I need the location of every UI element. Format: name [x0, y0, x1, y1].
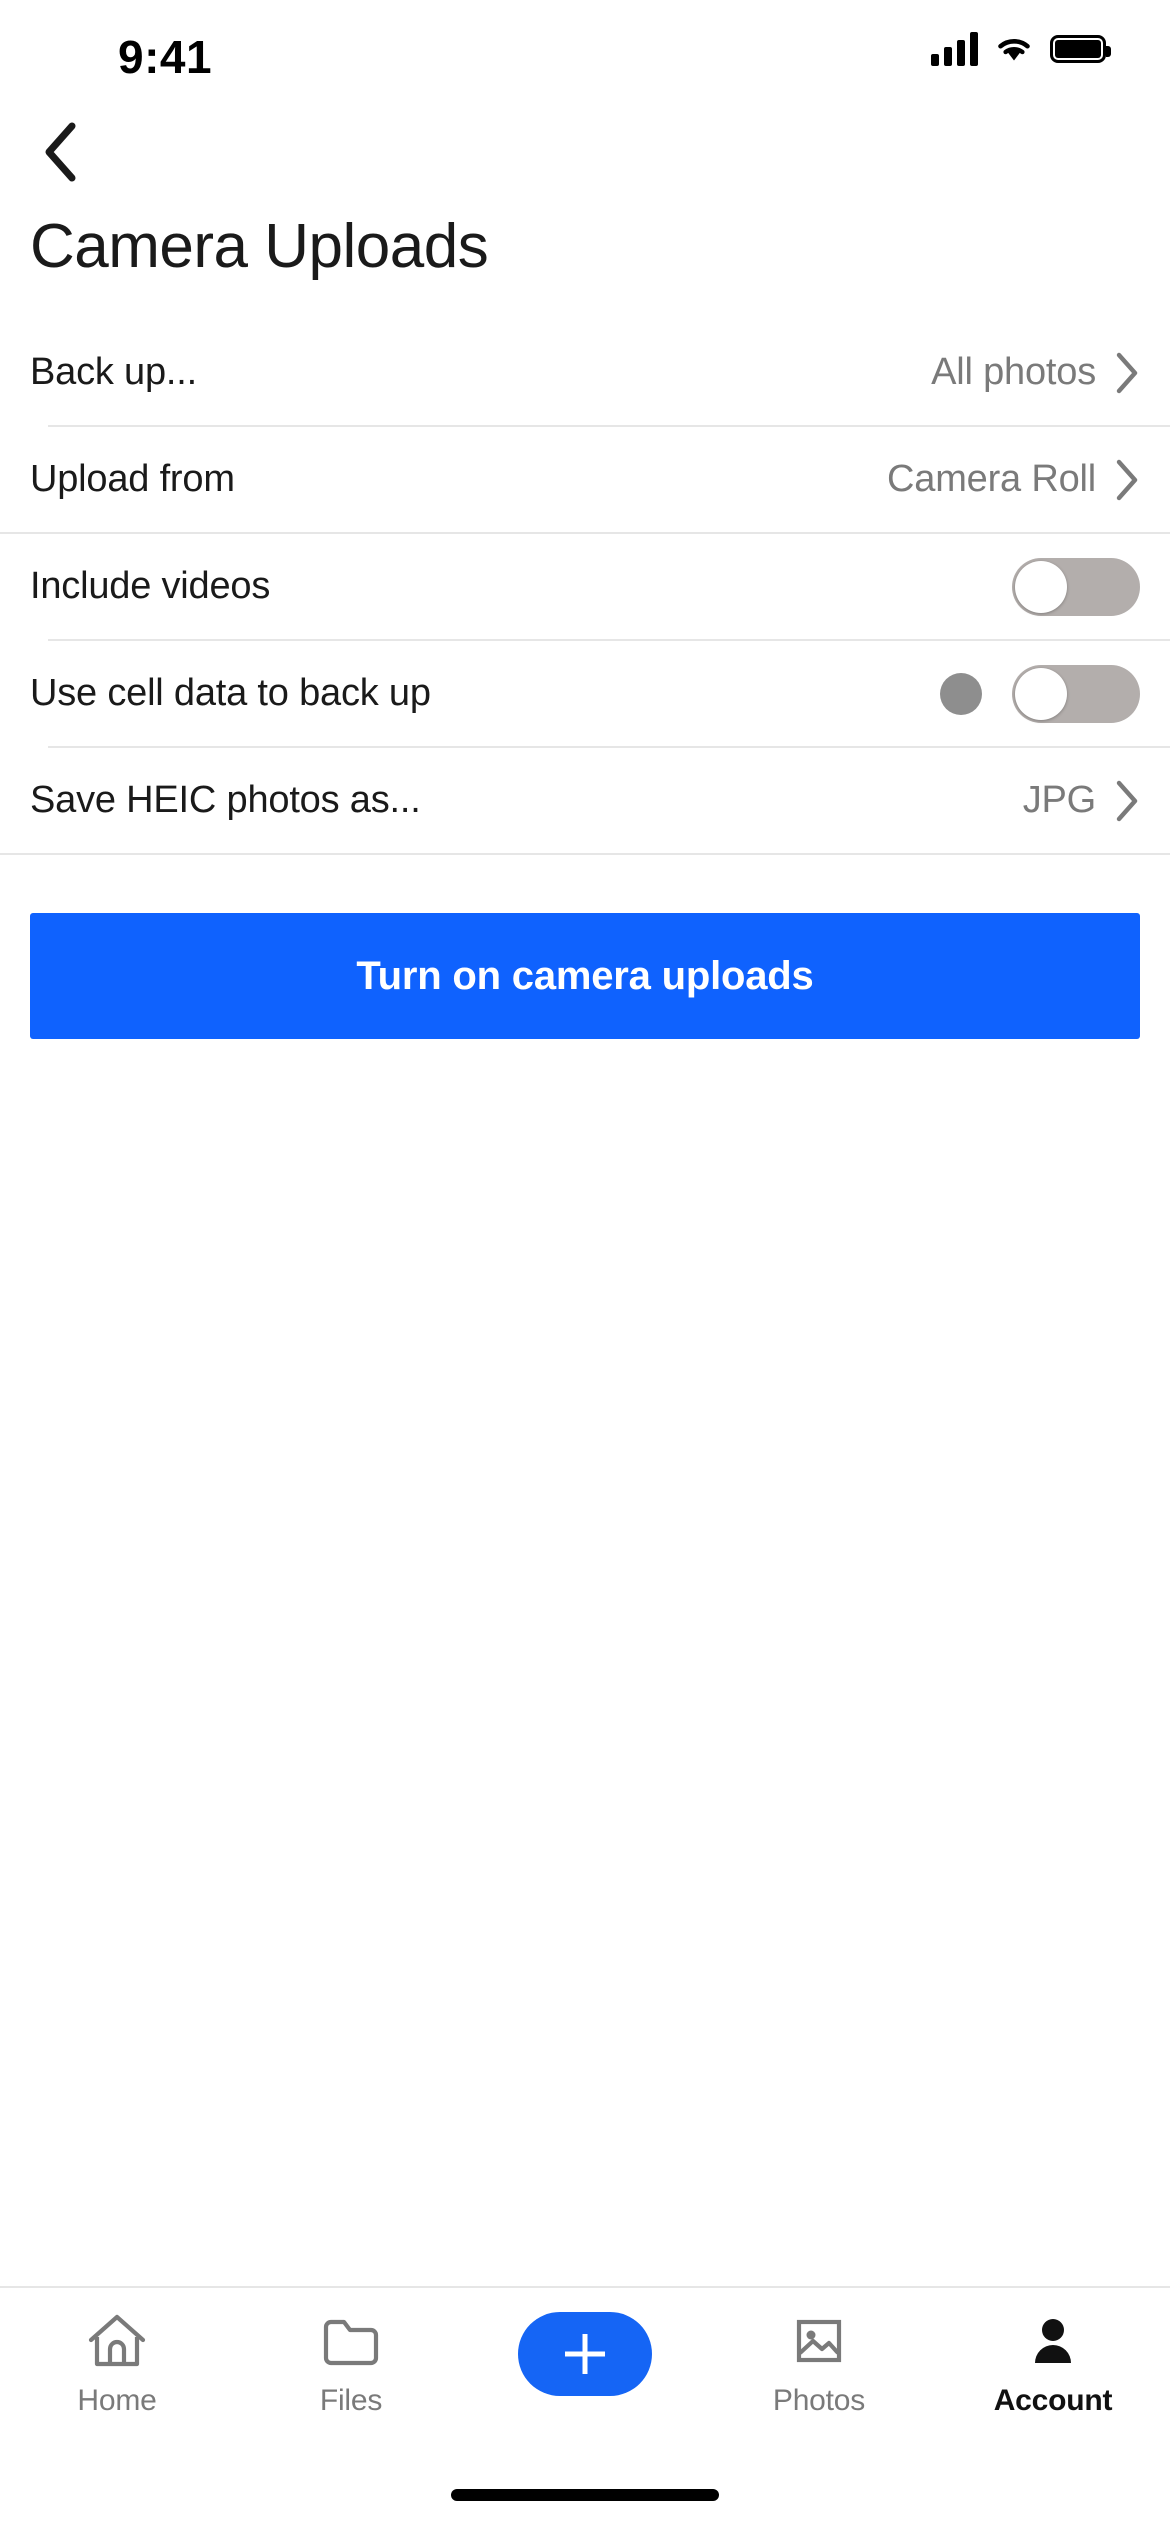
list-item-label: Include videos: [30, 565, 271, 607]
chevron-right-icon: [1116, 352, 1138, 393]
toggle-knob: [1015, 560, 1067, 613]
list-item-back-up[interactable]: Back up... All photos: [0, 320, 1170, 425]
status-bar: 9:41: [0, 0, 1170, 112]
tab-label: Photos: [772, 2384, 866, 2417]
navigation-bar: [0, 112, 1170, 204]
list-item-accessory: [1012, 557, 1140, 616]
list-item-label: Upload from: [30, 458, 235, 500]
cellular-bars-icon: [931, 32, 978, 66]
phone-screen: 9:41 Camera Uploads Back up... All photo…: [0, 0, 1170, 2532]
photo-icon: [791, 2310, 847, 2372]
toggle-knob: [1015, 667, 1067, 720]
tab-bar: Home Files Photos Account: [0, 2286, 1170, 2458]
list-item-label: Save HEIC photos as...: [30, 779, 421, 821]
tab-label: Account: [993, 2384, 1113, 2417]
battery-full-icon: [1050, 35, 1111, 63]
list-item-value: JPG: [1022, 779, 1097, 821]
tab-files[interactable]: Files: [251, 2310, 451, 2418]
tab-account[interactable]: Account: [953, 2310, 1153, 2418]
home-indicator-bar: [451, 2489, 719, 2501]
tab-label: Home: [77, 2384, 157, 2417]
chevron-right-icon: [1116, 780, 1138, 821]
tab-photos[interactable]: Photos: [719, 2310, 919, 2418]
tab-label: Files: [319, 2384, 383, 2417]
list-item-use-cell-data[interactable]: Use cell data to back up: [0, 641, 1170, 746]
cta-container: Turn on camera uploads: [0, 855, 1170, 1039]
list-item-accessory: All photos: [931, 351, 1140, 395]
page-title: Camera Uploads: [30, 212, 489, 281]
list-item-accessory: [940, 664, 1140, 723]
settings-list: Back up... All photos Upload from Camera…: [0, 320, 1170, 855]
status-bar-indicators: [931, 32, 1111, 66]
list-item-value: Camera Roll: [887, 458, 1096, 500]
list-item-accessory: Camera Roll: [887, 458, 1140, 502]
list-item-label: Back up...: [30, 351, 197, 393]
plus-icon: [518, 2312, 652, 2396]
include-videos-toggle[interactable]: [1012, 557, 1140, 616]
folder-icon: [322, 2310, 380, 2372]
list-item-upload-from[interactable]: Upload from Camera Roll: [0, 427, 1170, 532]
chevron-right-icon: [1116, 459, 1138, 500]
list-item-label: Use cell data to back up: [30, 672, 431, 714]
status-bar-time: 9:41: [118, 31, 213, 83]
home-icon: [86, 2310, 148, 2372]
use-cell-data-toggle[interactable]: [1012, 664, 1140, 723]
wifi-icon: [998, 38, 1030, 61]
home-indicator: [0, 2458, 1170, 2532]
back-button[interactable]: [22, 112, 100, 192]
list-item-include-videos[interactable]: Include videos: [0, 534, 1170, 639]
list-item-value: All photos: [931, 351, 1096, 393]
tab-home[interactable]: Home: [17, 2310, 217, 2418]
person-icon: [1025, 2310, 1081, 2372]
tab-create-fab[interactable]: [485, 2310, 685, 2408]
list-item-save-heic-as[interactable]: Save HEIC photos as... JPG: [0, 748, 1170, 853]
activity-indicator-dot: [940, 672, 982, 715]
turn-on-camera-uploads-button[interactable]: Turn on camera uploads: [30, 913, 1140, 1039]
chevron-left-icon: [45, 122, 76, 182]
list-item-accessory: JPG: [1023, 779, 1140, 823]
